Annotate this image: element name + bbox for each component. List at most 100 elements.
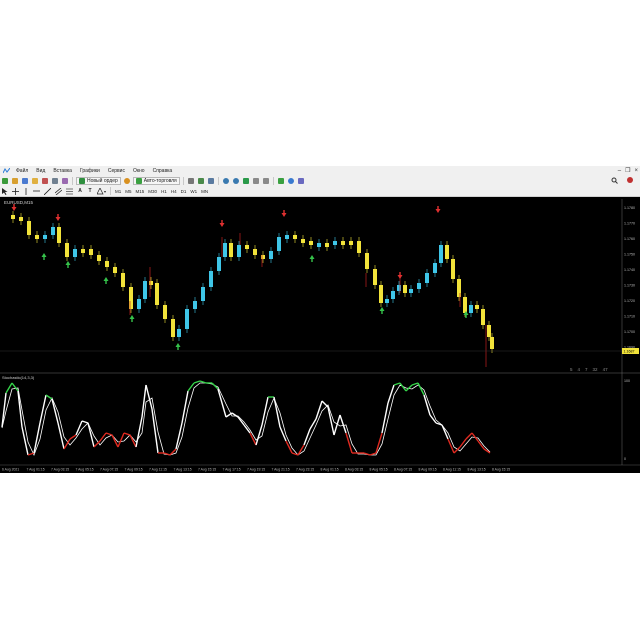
candle — [245, 245, 249, 249]
candle — [229, 243, 233, 257]
oscillator-line — [273, 396, 281, 428]
chart-tab[interactable]: 47 — [603, 367, 608, 372]
chart-tab[interactable]: 5 — [570, 367, 573, 372]
new-order-button[interactable]: Новый ордер — [76, 176, 121, 185]
periods-icon — [287, 177, 294, 184]
menu-charts[interactable]: Графики — [76, 168, 104, 174]
menu-view[interactable]: Вид — [32, 168, 49, 174]
autotrading-button[interactable]: Авто-торговля — [132, 176, 180, 185]
search-button[interactable] — [610, 176, 619, 184]
terminal-button[interactable] — [51, 177, 59, 185]
chart-shift-button[interactable] — [262, 177, 270, 185]
toolbar-separator — [182, 176, 184, 185]
channel-icon — [55, 187, 62, 195]
chart-tab[interactable]: 7 — [585, 367, 588, 372]
tester-button[interactable] — [61, 177, 69, 185]
chart-symbol-label: EURUSD,M15 — [4, 200, 34, 205]
line-chart-button[interactable] — [207, 177, 215, 185]
trendline-button[interactable] — [43, 187, 52, 195]
oscillator-line — [181, 390, 189, 424]
candle — [73, 249, 77, 257]
candle — [445, 245, 449, 259]
new-chart-icon — [2, 177, 8, 184]
oscillator-line — [17, 390, 23, 428]
timeframe-w1[interactable]: W1 — [188, 189, 199, 194]
autoscroll-button[interactable] — [252, 177, 260, 185]
timeframe-h1[interactable]: H1 — [159, 189, 169, 194]
time-tick-label: 7 Aug 17:15 — [223, 468, 241, 472]
osc-tick-label: 0 — [624, 457, 626, 461]
text-label-button[interactable]: T — [86, 187, 94, 195]
timeframe-m30[interactable]: M30 — [146, 189, 159, 194]
price-chart[interactable]: 1.1780 1.1770 1.1760 1.1750 1.1740 1.1730 1.17… — [0, 197, 640, 473]
buy-arrow-icon — [41, 253, 47, 260]
candle — [285, 235, 289, 239]
candle — [293, 235, 297, 239]
timeframe-m1[interactable]: M1 — [113, 189, 123, 194]
periods-button[interactable] — [287, 177, 295, 185]
menu-insert[interactable]: Вставка — [49, 168, 76, 174]
channel-button[interactable] — [54, 187, 63, 195]
data-window-icon — [32, 177, 38, 184]
bar-chart-button[interactable] — [187, 177, 195, 185]
close-icon[interactable]: × — [634, 168, 638, 174]
minimize-icon[interactable]: – — [618, 168, 621, 174]
oscillator-line — [255, 424, 263, 446]
window-controls: – ❐ × — [618, 166, 638, 175]
oscillator-line — [381, 402, 389, 434]
chart-window[interactable]: 1.1780 1.1770 1.1760 1.1750 1.1740 1.1730 1.17… — [0, 197, 640, 473]
vertical-line-button[interactable] — [22, 187, 30, 195]
chart-tab[interactable]: 4 — [578, 367, 581, 372]
candle — [81, 249, 85, 253]
indicators-button[interactable] — [277, 177, 285, 185]
menu-window[interactable]: Окно — [129, 168, 149, 174]
menu-tools[interactable]: Сервис — [104, 168, 129, 174]
sell-arrow-icon — [435, 206, 441, 213]
time-tick-label: 7 Aug 03:15 — [51, 468, 69, 472]
meta-editor-button[interactable] — [123, 177, 131, 185]
price-tick-label: 1.1730 — [624, 284, 635, 288]
fibonacci-button[interactable] — [65, 187, 74, 195]
market-watch-button[interactable] — [21, 177, 29, 185]
timeframe-h4[interactable]: H4 — [169, 189, 179, 194]
timeframe-toolbar: A T M1 M5 M15 M30 H1 H4 D1 W1 MN — [0, 186, 640, 197]
zoom-out-button[interactable] — [232, 177, 240, 185]
indicators-icon — [277, 177, 284, 184]
chart-tab[interactable]: 32 — [593, 367, 598, 372]
menu-file[interactable]: Файл — [12, 168, 32, 174]
restore-icon[interactable]: ❐ — [625, 167, 630, 174]
candle-chart-icon — [197, 177, 204, 184]
oscillator-line — [327, 406, 335, 436]
data-window-button[interactable] — [31, 177, 39, 185]
community-button[interactable] — [626, 176, 634, 184]
timeframe-d1[interactable]: D1 — [179, 189, 189, 194]
candle — [490, 337, 494, 349]
oscillator-line — [345, 432, 353, 454]
text-tool-button[interactable]: A — [76, 187, 84, 195]
horizontal-line-button[interactable] — [32, 187, 41, 195]
new-chart-button[interactable] — [1, 177, 9, 185]
timeframe-mn[interactable]: MN — [199, 189, 210, 194]
price-tick-label: 1.1700 — [624, 330, 635, 334]
candle — [177, 329, 181, 337]
profiles-button[interactable] — [11, 177, 19, 185]
shapes-button[interactable] — [96, 187, 107, 195]
timeframe-m5[interactable]: M5 — [123, 189, 133, 194]
cursor-button[interactable] — [1, 187, 9, 195]
candle-chart-button[interactable] — [197, 177, 205, 185]
zoom-in-button[interactable] — [222, 177, 230, 185]
templates-button[interactable] — [297, 177, 305, 185]
candle — [417, 283, 421, 289]
menu-help[interactable]: Справка — [149, 168, 177, 174]
text-tool-icon: A — [78, 188, 82, 194]
candle — [35, 235, 39, 239]
candle — [149, 281, 153, 285]
oscillator-line — [387, 384, 395, 404]
vertical-line-icon — [25, 187, 27, 195]
navigator-button[interactable] — [41, 177, 49, 185]
tile-windows-button[interactable] — [242, 177, 250, 185]
sell-arrow-icon — [55, 214, 61, 221]
price-tick-label: 1.1760 — [624, 237, 635, 241]
crosshair-button[interactable] — [11, 187, 20, 195]
timeframe-m15[interactable]: M15 — [134, 189, 147, 194]
